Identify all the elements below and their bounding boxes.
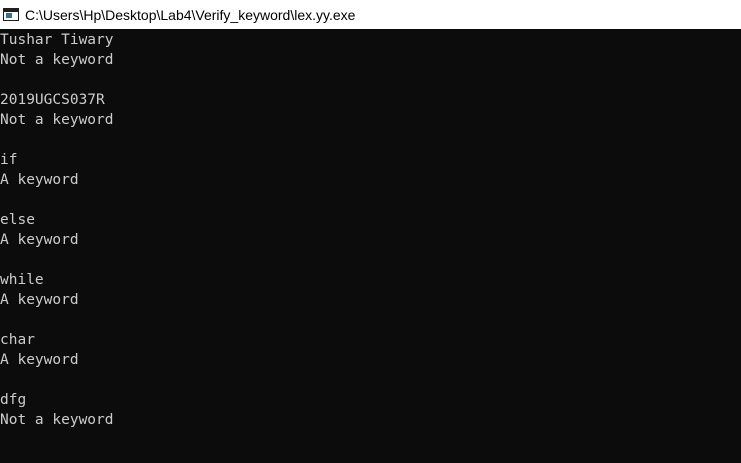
console-line: Not a keyword	[0, 112, 114, 128]
console-line: else	[0, 212, 35, 228]
console-window: C:\Users\Hp\Desktop\Lab4\Verify_keyword\…	[0, 0, 741, 463]
console-line: A keyword	[0, 352, 79, 368]
console-line: if	[0, 152, 18, 168]
console-line: A keyword	[0, 172, 79, 188]
console-line: while	[0, 272, 44, 288]
console-line: A keyword	[0, 292, 79, 308]
console-line: Not a keyword	[0, 52, 114, 68]
console-output[interactable]: Tushar Tiwary Not a keyword 2019UGCS037R…	[0, 29, 741, 463]
console-line: A keyword	[0, 232, 79, 248]
console-icon	[3, 8, 19, 21]
console-line: dfg	[0, 392, 27, 408]
console-line: Not a keyword	[0, 412, 114, 428]
console-line: Tushar Tiwary	[0, 32, 114, 48]
title-bar[interactable]: C:\Users\Hp\Desktop\Lab4\Verify_keyword\…	[0, 0, 741, 29]
window-title: C:\Users\Hp\Desktop\Lab4\Verify_keyword\…	[25, 6, 356, 23]
console-line: 2019UGCS037R	[0, 92, 105, 108]
console-line: char	[0, 332, 35, 348]
